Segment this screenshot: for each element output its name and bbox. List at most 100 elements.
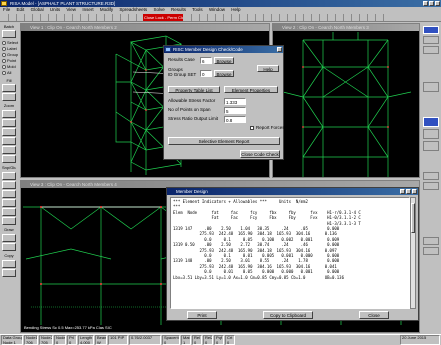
menu-solve[interactable]: Solve [153, 7, 164, 12]
report-maximize-button[interactable] [406, 189, 411, 194]
status-cell-5: Length 4.000 [78, 335, 94, 345]
member-design-dialog: RISC Member Design Check/Code Results Ca… [163, 45, 285, 160]
report-titlebar: Member Design [167, 188, 418, 195]
right-tool-9[interactable] [423, 182, 439, 190]
browse-group-button[interactable]: Browse [214, 70, 234, 77]
tool-button-a[interactable] [2, 190, 16, 198]
report-window-controls [400, 189, 417, 194]
menu-spreadsheets[interactable]: Spreadsheets [119, 7, 147, 12]
app-titlebar: RISA Model - [ASPHALT PLANT STRUCTURE.R3… [0, 0, 441, 7]
right-tool-5[interactable] [423, 117, 439, 127]
report-minimize-button[interactable] [400, 189, 405, 194]
menu-global[interactable]: Global [31, 7, 44, 12]
app-title: RISA Model - [ASPHALT PLANT STRUCTURE.R3… [10, 1, 116, 6]
tool-button-b[interactable] [2, 199, 16, 207]
dialog-titlebar: RISC Member Design Check/Code [164, 46, 283, 53]
menu-units[interactable]: Units [50, 7, 60, 12]
fill-button[interactable] [2, 84, 16, 92]
copy-button[interactable] [2, 260, 16, 268]
zoom-in-button[interactable] [2, 110, 16, 118]
help-button[interactable]: Help [257, 65, 279, 72]
report-close-action-button[interactable]: Close [359, 311, 389, 319]
right-tool-4[interactable] [423, 82, 439, 92]
view1-titlebar: View 1 : Clip On - Cearch North Members … [21, 24, 269, 31]
report-text-area[interactable]: *** Element Indicators + Allowables *** … [170, 197, 410, 309]
toolbar-status-field: Close Lock - Perm Close [143, 14, 183, 21]
allowable-stress-factor-field[interactable]: 1.333 [224, 98, 246, 105]
report-forces-checkbox[interactable] [250, 126, 254, 130]
right-tool-8[interactable] [423, 172, 439, 180]
rotate-button[interactable] [2, 146, 16, 154]
status-cell-3: Node30 [54, 335, 66, 345]
status-cell-2: Node2 705 [39, 335, 53, 345]
status-date: 20 June 2015 [400, 335, 440, 345]
status-bar: Data GroupNode 1 Node1706 Node2705 Node3… [0, 334, 441, 345]
snap-button[interactable] [2, 172, 16, 180]
close-code-check-button[interactable]: Close Code Check [240, 150, 280, 158]
menu-view[interactable]: View [66, 7, 76, 12]
batch-button[interactable] [2, 30, 16, 38]
status-cell-8: 0.76/2.0037 [129, 335, 161, 345]
right-tool-7[interactable] [423, 141, 439, 151]
close-button[interactable] [435, 1, 440, 6]
zoom-full-button[interactable] [2, 137, 16, 145]
sidebar-draw-label: Draw [4, 227, 14, 232]
dialog-close-button[interactable] [277, 47, 282, 52]
app-window-controls [423, 1, 440, 6]
right-tool-10[interactable] [423, 237, 439, 245]
menu-help[interactable]: Help [231, 7, 240, 12]
report-close-button[interactable] [412, 189, 417, 194]
allowable-stress-factor-label: Allowable Stress Factor [168, 98, 216, 103]
stress-ratio-field[interactable]: 0.8 [224, 116, 246, 123]
main-toolbar: Close Lock - Perm Close [0, 13, 441, 22]
view3-footer-text: Bending Stress Sc 0.5 Max=253.77 kPa Cla… [24, 325, 112, 330]
radio-all[interactable]: All [2, 70, 11, 76]
menu-edit[interactable]: Edit [17, 7, 25, 12]
minimize-button[interactable] [423, 1, 428, 6]
results-case-field[interactable]: 6 [200, 57, 212, 64]
glue-button[interactable] [2, 181, 16, 189]
view2-structure-render [282, 32, 412, 177]
no-points-field[interactable]: 5 [224, 107, 246, 114]
menu-results[interactable]: Results [171, 7, 186, 12]
toolbar-buttons-2[interactable] [185, 14, 385, 21]
draw-button-2[interactable] [2, 243, 16, 251]
print-button[interactable]: Print [187, 311, 217, 319]
right-tool-1[interactable] [423, 26, 439, 34]
copy-button-2[interactable] [2, 269, 16, 277]
report-row: Lbx=3.51 Lby=3.51 Ly=1.0 Ax=1.0 Cm=0.85 … [173, 274, 344, 280]
right-tool-6[interactable] [423, 129, 439, 139]
menu-window[interactable]: Window [209, 7, 225, 12]
right-tool-3[interactable] [423, 46, 439, 54]
pan-button[interactable] [2, 155, 16, 163]
element-properties-button[interactable]: Element Properties [224, 86, 278, 93]
dialog-icon [165, 47, 171, 52]
status-cell-0: Data Group Node 1 [1, 335, 23, 345]
report-scrollbar[interactable] [410, 197, 416, 309]
scroll-thumb[interactable] [411, 203, 415, 233]
selective-report-button[interactable]: Selective Element Report [168, 137, 280, 145]
browse-results-button[interactable]: Browse [214, 57, 234, 64]
fill-button-2[interactable] [2, 93, 16, 101]
app-icon [1, 0, 7, 6]
menu-tools[interactable]: Tools [192, 7, 203, 12]
menu-modify[interactable]: Modify [100, 7, 113, 12]
report-window: Member Design *** Element Indicators + A… [166, 187, 419, 321]
status-cell-1: Node1 706 [24, 335, 38, 345]
menu-insert[interactable]: Insert [82, 7, 93, 12]
tool-button-d[interactable] [2, 217, 16, 225]
sidebar-snap-label: Snp/Glue [2, 165, 16, 170]
menu-file[interactable]: File [3, 7, 10, 12]
toolbar-buttons[interactable] [2, 14, 142, 21]
view2-window[interactable]: View 2 : Clip On - Cearch North Members … [272, 23, 420, 178]
zoom-window-button[interactable] [2, 128, 16, 136]
property-table-list-button[interactable]: Property Table List [168, 86, 220, 93]
tool-button-c[interactable] [2, 208, 16, 216]
zoom-out-button[interactable] [2, 119, 16, 127]
id-group-field[interactable]: 0 [200, 70, 212, 77]
maximize-button[interactable] [429, 1, 434, 6]
draw-button[interactable] [2, 234, 16, 242]
copy-clipboard-button[interactable]: Copy to Clipboard [263, 311, 313, 319]
right-tool-11[interactable] [423, 247, 439, 255]
right-tool-2[interactable] [423, 36, 439, 44]
